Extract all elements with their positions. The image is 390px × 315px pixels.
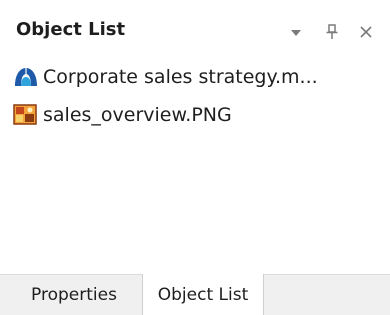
list-item-label: sales_overview.PNG bbox=[43, 104, 232, 126]
object-list: Corporate sales strategy.m... sales_over… bbox=[0, 58, 390, 274]
close-icon[interactable] bbox=[356, 22, 376, 42]
png-image-icon bbox=[12, 102, 40, 128]
panel-header: Object List bbox=[0, 0, 390, 58]
tab-properties[interactable]: Properties bbox=[10, 275, 138, 315]
tab-object-list[interactable]: Object List bbox=[142, 274, 264, 315]
panel-title: Object List bbox=[16, 19, 126, 40]
chevron-down-icon[interactable] bbox=[286, 22, 306, 42]
object-list-panel: Object List Corporate sales strategy.m..… bbox=[0, 0, 390, 315]
pin-icon[interactable] bbox=[322, 22, 342, 42]
list-item-png[interactable]: sales_overview.PNG bbox=[12, 100, 382, 130]
list-item-label: Corporate sales strategy.m... bbox=[43, 66, 318, 88]
list-item-mindmap[interactable]: Corporate sales strategy.m... bbox=[12, 62, 382, 92]
tab-bar: Properties Object List bbox=[0, 274, 390, 315]
mindmap-logo-icon bbox=[12, 64, 40, 90]
